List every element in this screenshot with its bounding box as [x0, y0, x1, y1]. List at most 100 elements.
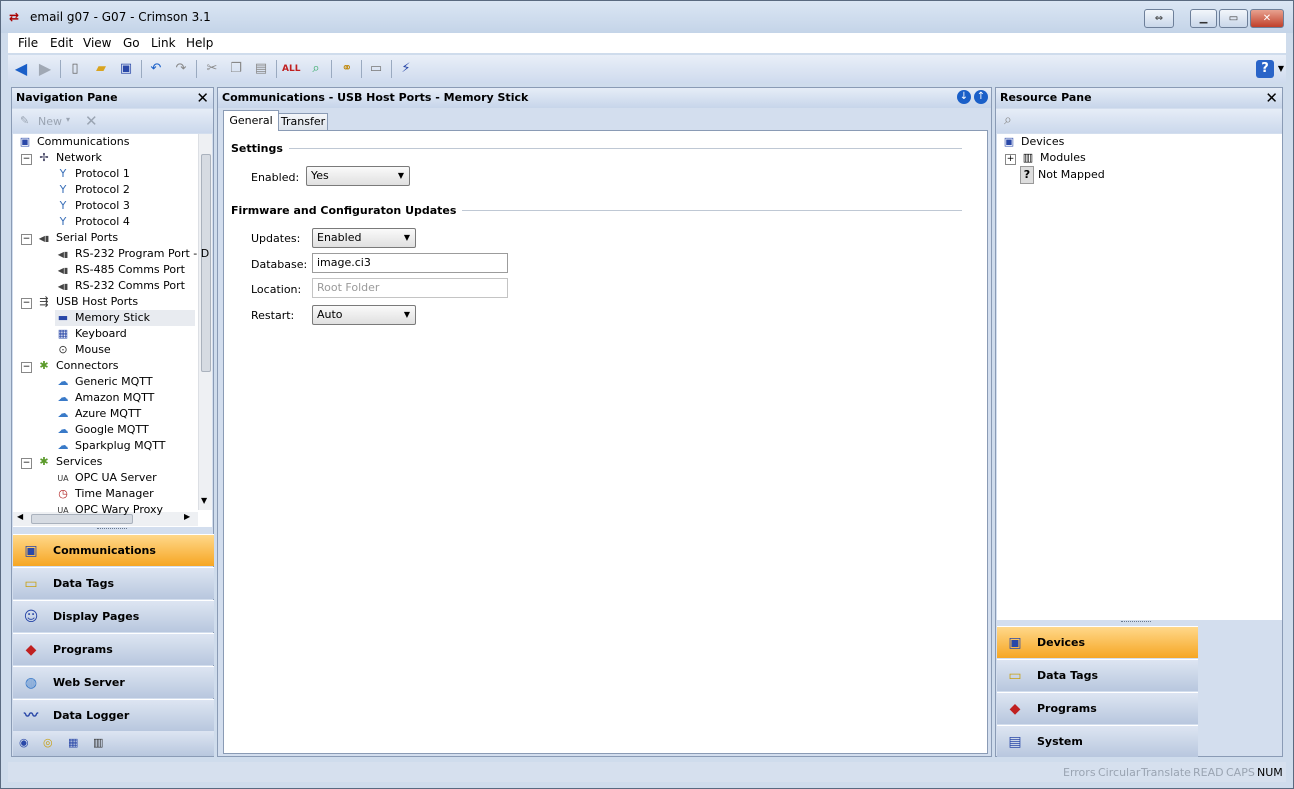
- new-icon[interactable]: ▯: [66, 60, 84, 78]
- menu-file[interactable]: File: [18, 36, 38, 50]
- tree-item-usb-host-ports[interactable]: ⇶ USB Host Ports: [36, 294, 138, 310]
- copy-icon[interactable]: ❐: [227, 60, 245, 78]
- tree-item-serial-ports[interactable]: ◀▮ Serial Ports: [36, 230, 118, 246]
- database-field[interactable]: image.ci3: [312, 253, 508, 273]
- menu-help[interactable]: Help: [186, 36, 213, 50]
- category-web-server[interactable]: ◍ Web Server: [13, 666, 214, 698]
- help-dropdown-icon[interactable]: ▼: [1272, 60, 1290, 78]
- tree-item-protocol-3[interactable]: Y Protocol 3: [55, 198, 130, 214]
- resource-tree: ▣ Devices + ▥ Modules ? Not Mapped: [997, 134, 1282, 620]
- restore-layout-button[interactable]: ⇔: [1144, 9, 1174, 28]
- tab-general[interactable]: General: [223, 110, 279, 131]
- resource-item-modules[interactable]: ▥ Modules: [1020, 150, 1086, 166]
- resource-pane-close-icon[interactable]: ✕: [1265, 88, 1278, 108]
- tree-item-label: RS-232 Comms Port: [75, 279, 185, 292]
- tree-item-sparkplug-mqtt[interactable]: ☁ Sparkplug MQTT: [55, 438, 166, 454]
- tree-node-icon: Y: [59, 167, 67, 180]
- category-display-pages[interactable]: ☺ Display Pages: [13, 600, 214, 632]
- next-down-icon[interactable]: ↓: [957, 90, 971, 104]
- category-data-tags[interactable]: ▭ Data Tags: [13, 567, 214, 599]
- category-data-logger[interactable]: 〰 Data Logger: [13, 699, 214, 731]
- new-dropdown-icon[interactable]: ▾: [66, 115, 70, 124]
- comms-shortcut-icon[interactable]: ◉: [19, 736, 29, 749]
- tree-item-protocol-2[interactable]: Y Protocol 2: [55, 182, 130, 198]
- crimson-app-icon[interactable]: ⇄: [9, 10, 25, 24]
- category-programs[interactable]: ◆ Programs: [13, 633, 214, 665]
- menu-go[interactable]: Go: [123, 36, 140, 50]
- tree-item-opc-wary-proxy[interactable]: UA OPC Wary Proxy: [55, 502, 163, 518]
- restart-select[interactable]: Auto ▼: [312, 305, 416, 325]
- tree-item-rs-232-comms-port[interactable]: ◀▮ RS-232 Comms Port: [55, 278, 185, 294]
- expand-icon[interactable]: +: [1005, 154, 1016, 165]
- collapse-icon[interactable]: −: [21, 298, 32, 309]
- location-field[interactable]: Root Folder: [312, 278, 508, 298]
- undo-icon[interactable]: ↶: [147, 60, 165, 78]
- link-icon[interactable]: ⚭: [338, 60, 356, 78]
- maximize-button[interactable]: ▭: [1219, 9, 1248, 28]
- collapse-icon[interactable]: −: [21, 362, 32, 373]
- save-icon[interactable]: ▣: [117, 60, 135, 78]
- tree-item-protocol-4[interactable]: Y Protocol 4: [55, 214, 130, 230]
- resource-item-devices[interactable]: ▣ Devices: [1001, 134, 1065, 150]
- redo-icon[interactable]: ↷: [172, 60, 190, 78]
- resource-item-not-mapped[interactable]: ? Not Mapped: [1020, 166, 1105, 184]
- new-item-button[interactable]: New: [38, 115, 62, 128]
- collapse-icon[interactable]: −: [21, 458, 32, 469]
- navigation-pane-close-icon[interactable]: ✕: [196, 88, 209, 108]
- category-devices[interactable]: ▣ Devices: [997, 626, 1198, 658]
- wand-icon[interactable]: ⚡: [397, 60, 415, 78]
- tree-vertical-scrollbar[interactable]: ▼: [198, 134, 212, 510]
- cut-icon[interactable]: ✂: [203, 60, 221, 78]
- tree-item-label: Protocol 2: [75, 183, 130, 196]
- open-icon[interactable]: ▰: [92, 60, 110, 78]
- tree-item-connectors[interactable]: ✱ Connectors: [36, 358, 118, 374]
- modules-shortcut-icon[interactable]: ▥: [93, 736, 103, 749]
- category-data-tags[interactable]: ▭ Data Tags: [997, 659, 1198, 691]
- menu-edit[interactable]: Edit: [50, 36, 73, 50]
- window-title: email g07 - G07 - Crimson 3.1: [30, 10, 211, 24]
- spell-icon[interactable]: ALL: [282, 60, 300, 78]
- delete-icon[interactable]: ✕: [85, 112, 98, 130]
- minimize-button[interactable]: ▁: [1190, 9, 1217, 28]
- tags-shortcut-icon[interactable]: ◎: [43, 736, 53, 749]
- tree-node-icon: ✱: [39, 455, 49, 468]
- find-icon[interactable]: ⌕: [307, 60, 325, 78]
- menu-view[interactable]: View: [83, 36, 111, 50]
- tree-item-amazon-mqtt[interactable]: ☁ Amazon MQTT: [55, 390, 155, 406]
- tree-item-rs-232-program-port-d[interactable]: ◀▮ RS-232 Program Port - D: [55, 246, 210, 262]
- tree-item-memory-stick[interactable]: ▬ Memory Stick: [55, 310, 195, 326]
- tree-item-communications[interactable]: ▣ Communications: [17, 134, 130, 150]
- tab-transfer[interactable]: Transfer: [278, 113, 328, 131]
- tree-item-azure-mqtt[interactable]: ☁ Azure MQTT: [55, 406, 142, 422]
- tree-item-services[interactable]: ✱ Services: [36, 454, 102, 470]
- tree-item-protocol-1[interactable]: Y Protocol 1: [55, 166, 130, 182]
- category-programs[interactable]: ◆ Programs: [997, 692, 1198, 724]
- tree-item-google-mqtt[interactable]: ☁ Google MQTT: [55, 422, 149, 438]
- menu-link[interactable]: Link: [151, 36, 176, 50]
- tree-item-time-manager[interactable]: ◷ Time Manager: [55, 486, 153, 502]
- enabled-select[interactable]: Yes ▼: [306, 166, 410, 186]
- collapse-icon[interactable]: −: [21, 234, 32, 245]
- tree-item-opc-ua-server[interactable]: UA OPC UA Server: [55, 470, 156, 486]
- search-icon[interactable]: ⌕: [1004, 112, 1012, 128]
- tree-node-icon: ◀▮: [38, 234, 50, 243]
- forward-icon[interactable]: ▶: [36, 60, 54, 78]
- status-errors: Errors: [1063, 766, 1096, 779]
- close-window-button[interactable]: ✕: [1250, 9, 1284, 28]
- updates-select[interactable]: Enabled ▼: [312, 228, 416, 248]
- category-system[interactable]: ▤ System: [997, 725, 1198, 757]
- window-icon[interactable]: ▭: [367, 60, 385, 78]
- tree-item-rs-485-comms-port[interactable]: ◀▮ RS-485 Comms Port: [55, 262, 185, 278]
- location-label: Location:: [251, 283, 302, 296]
- updates-group-title: Firmware and Configuraton Updates: [231, 204, 463, 217]
- paste-icon[interactable]: ▤: [252, 60, 270, 78]
- tree-item-keyboard[interactable]: ▦ Keyboard: [55, 326, 127, 342]
- back-icon[interactable]: ◀: [12, 60, 30, 78]
- tree-item-mouse[interactable]: ⊙ Mouse: [55, 342, 110, 358]
- tree-item-network[interactable]: ✢ Network: [36, 150, 102, 166]
- category-communications[interactable]: ▣ Communications: [13, 534, 214, 566]
- tree-item-generic-mqtt[interactable]: ☁ Generic MQTT: [55, 374, 153, 390]
- collapse-icon[interactable]: −: [21, 154, 32, 165]
- prev-up-icon[interactable]: ↑: [974, 90, 988, 104]
- network-shortcut-icon[interactable]: ▦: [68, 736, 78, 749]
